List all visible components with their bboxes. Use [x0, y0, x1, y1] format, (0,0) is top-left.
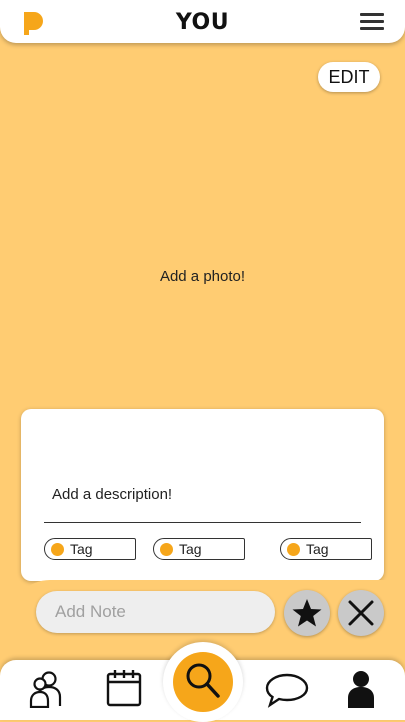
hamburger-menu-icon[interactable] — [360, 13, 384, 31]
edit-button[interactable]: EDIT — [318, 62, 380, 92]
top-header: YOU — [0, 0, 405, 43]
tag-dot-icon — [287, 543, 300, 556]
search-button[interactable] — [173, 652, 233, 712]
description-underline — [44, 522, 361, 523]
add-note-input[interactable] — [36, 591, 275, 633]
description-card: Add a description! Tag Tag Tag — [21, 409, 384, 581]
search-icon — [186, 663, 220, 698]
tag-label: Tag — [179, 541, 202, 557]
chat-icon[interactable] — [264, 672, 310, 708]
tag-dot-icon — [160, 543, 173, 556]
page-title: YOU — [175, 10, 230, 35]
tag-chip[interactable]: Tag — [153, 538, 245, 560]
profile-icon[interactable] — [347, 670, 375, 708]
add-photo-prompt[interactable]: Add a photo! — [0, 268, 405, 285]
dismiss-button[interactable] — [338, 590, 384, 636]
description-field[interactable]: Add a description! — [52, 486, 172, 503]
tag-label: Tag — [306, 541, 329, 557]
tag-label: Tag — [70, 541, 93, 557]
favorite-button[interactable] — [284, 590, 330, 636]
close-icon — [348, 600, 374, 626]
tag-chip[interactable]: Tag — [44, 538, 136, 560]
tag-dot-icon — [51, 543, 64, 556]
calendar-icon[interactable] — [106, 669, 142, 707]
star-icon — [292, 599, 322, 627]
tag-chip[interactable]: Tag — [280, 538, 372, 560]
people-icon[interactable] — [29, 670, 63, 708]
